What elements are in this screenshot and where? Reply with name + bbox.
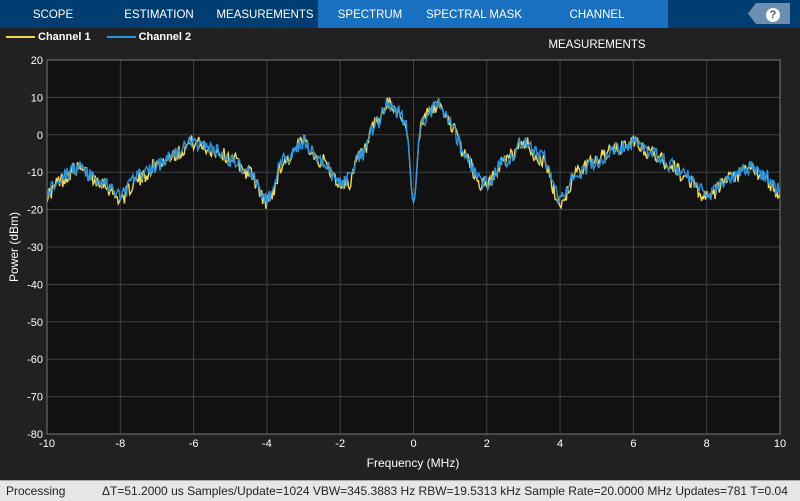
status-state: Processing — [6, 484, 66, 498]
y-tick-label: -30 — [27, 242, 43, 254]
x-tick-label: 8 — [704, 438, 710, 450]
x-tick-label: 4 — [557, 438, 563, 450]
x-tick-label: -6 — [189, 438, 199, 450]
y-tick-label: -20 — [27, 205, 43, 217]
y-tick-label: 0 — [37, 130, 43, 142]
y-tick-label: -80 — [27, 429, 43, 441]
x-tick-label: 10 — [774, 438, 786, 450]
spectrum-plot[interactable]: -10 -8 -6 -4 -2 0 2 4 6 8 1020100-10-20-30-40-50-6… — [0, 0, 800, 480]
y-tick-label: -60 — [27, 354, 43, 366]
y-tick-label: -40 — [27, 279, 43, 291]
x-tick-label: -8 — [115, 438, 125, 450]
status-bar: Processing ΔT=51.2000 us Samples/Update=… — [0, 480, 800, 501]
y-axis-label: Power (dBm) — [7, 212, 21, 282]
y-tick-label: -50 — [27, 317, 43, 329]
x-axis-label: Frequency (MHz) — [367, 456, 460, 470]
y-tick-label: -10 — [27, 167, 43, 179]
x-tick-label: 6 — [630, 438, 636, 450]
x-tick-label: -4 — [262, 438, 272, 450]
y-tick-label: 20 — [31, 55, 43, 67]
x-tick-label: 2 — [484, 438, 490, 450]
x-tick-label: -2 — [335, 438, 345, 450]
x-tick-label: 0 — [410, 438, 416, 450]
status-info: ΔT=51.2000 us Samples/Update=1024 VBW=34… — [102, 484, 788, 498]
y-tick-label: -70 — [27, 392, 43, 404]
y-tick-label: 10 — [31, 92, 43, 104]
